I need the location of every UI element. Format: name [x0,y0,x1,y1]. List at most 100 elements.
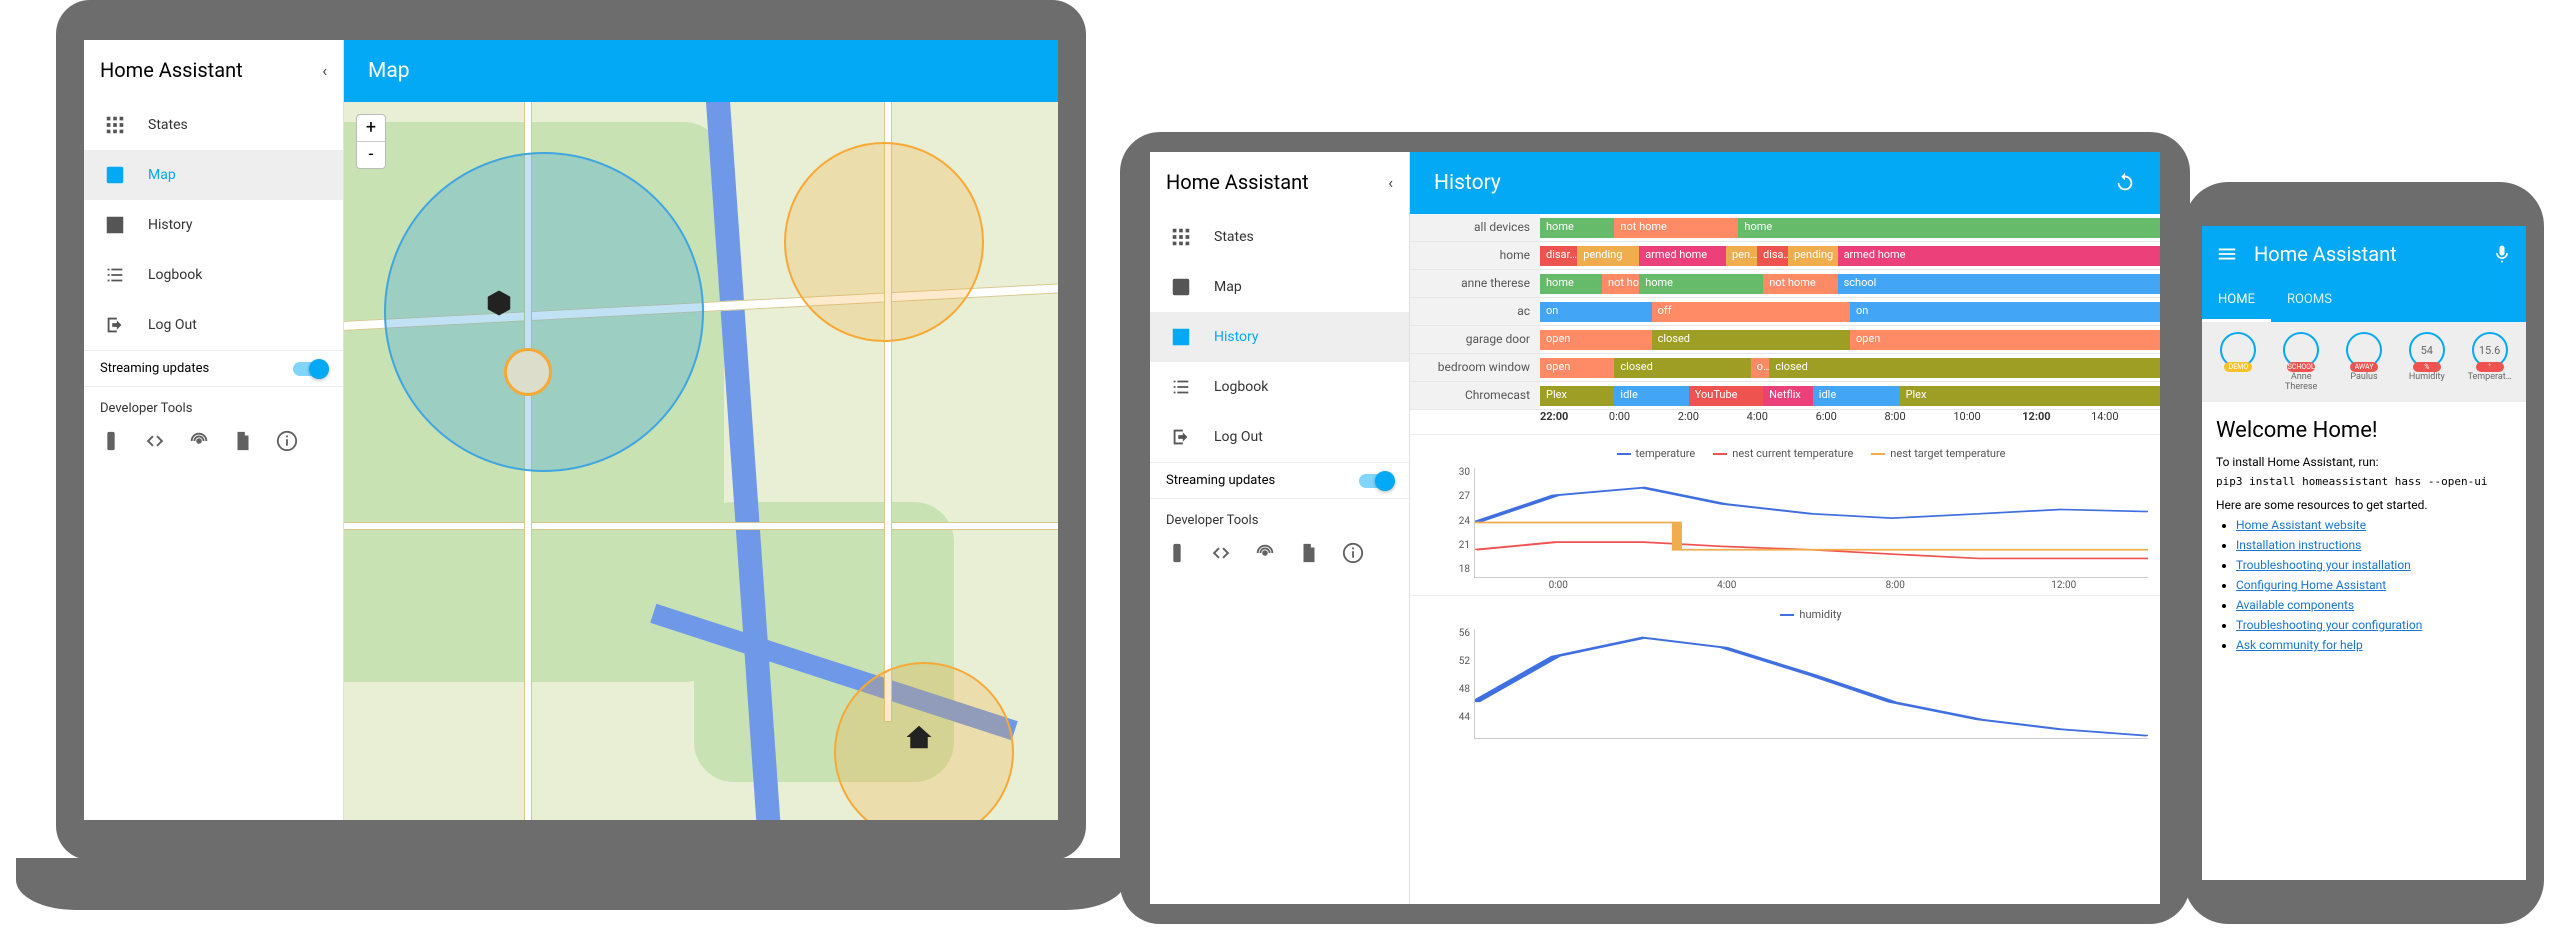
person-icon [104,164,126,186]
status-chip[interactable]: AWAYPaulus [2342,332,2386,392]
sidebar-header: Home Assistant ‹ [1150,152,1409,212]
sidebar-item-states[interactable]: States [84,100,343,150]
state-segment[interactable]: idle [1813,386,1900,406]
tab-rooms[interactable]: ROOMS [2271,282,2348,322]
resource-link[interactable]: Home Assistant website [2236,518,2366,532]
sidebar-item-states[interactable]: States [1150,212,1409,262]
state-segment[interactable]: home [1540,218,1614,238]
map[interactable]: + - [344,102,1058,820]
resource-link[interactable]: Available components [2236,598,2354,612]
state-segment[interactable]: closed [1614,358,1750,378]
sidebar: Home Assistant ‹ States Map History [84,40,344,820]
code-icon[interactable] [144,430,166,452]
collapse-icon[interactable]: ‹ [1388,173,1393,192]
refresh-icon[interactable] [2114,172,2136,194]
state-segment[interactable]: pending [1788,246,1838,266]
state-segment[interactable]: pending [1577,246,1639,266]
sidebar-item-label: Log Out [1214,429,1263,445]
resource-link[interactable]: Ask community for help [2236,638,2363,652]
sidebar-item-logout[interactable]: Log Out [1150,412,1409,462]
streaming-toggle[interactable] [1359,474,1393,488]
time-axis: 22:000:002:004:006:008:0010:0012:0014:00 [1410,410,2160,434]
zoom-out-button[interactable]: - [357,142,385,168]
state-segment[interactable]: o… [1751,358,1770,378]
person-icon [1170,276,1192,298]
state-segment[interactable]: off [1652,302,1850,322]
state-segment[interactable]: Netflix [1763,386,1813,406]
sidebar-item-history[interactable]: History [1150,312,1409,362]
cube-pin-icon [484,288,514,318]
info-icon[interactable] [1342,542,1364,564]
state-segment[interactable]: not ho… [1602,274,1639,294]
state-segment[interactable]: Plex [1900,386,2160,406]
doc-icon[interactable] [232,430,254,452]
state-segment[interactable]: pen… [1726,246,1757,266]
sidebar-item-label: Logbook [1214,379,1268,395]
state-bar: homenot homehome [1540,214,2160,241]
sidebar-item-logbook[interactable]: Logbook [1150,362,1409,412]
state-segment[interactable]: not home [1614,218,1738,238]
collapse-icon[interactable]: ‹ [322,61,327,80]
state-segment[interactable]: disar… [1540,246,1577,266]
entity-label: ac [1410,298,1540,325]
streaming-row: Streaming updates [84,350,343,387]
state-bar: disar…pendingarmed homepen…disa…pendinga… [1540,242,2160,269]
state-segment[interactable]: Plex [1540,386,1614,406]
resource-link[interactable]: Configuring Home Assistant [2236,578,2386,592]
state-segment[interactable]: school [1838,274,2160,294]
state-segment[interactable]: open [1850,330,2160,350]
status-chip[interactable]: 15.6°Temperat… [2468,332,2512,392]
sidebar-item-logout[interactable]: Log Out [84,300,343,350]
resource-link[interactable]: Installation instructions [2236,538,2361,552]
topbar: Map [344,40,1058,102]
state-segment[interactable]: open [1540,358,1614,378]
sidebar-item-label: Map [148,167,176,183]
zoom-in-button[interactable]: + [357,115,385,142]
sidebar-item-label: States [1214,229,1254,245]
code-icon[interactable] [1210,542,1232,564]
antenna-icon[interactable] [1254,542,1276,564]
state-segment[interactable]: idle [1614,386,1688,406]
remote-icon[interactable] [100,430,122,452]
logout-icon [104,314,126,336]
avatar-pin[interactable] [504,348,552,396]
state-segment[interactable]: YouTube [1689,386,1763,406]
history-row: bedroom windowopenclosedo…closed [1410,354,2160,382]
main: History all deviceshomenot homehomehomed… [1410,152,2160,904]
grid-icon [104,114,126,136]
welcome-title: Welcome Home! [2216,418,2512,443]
state-segment[interactable]: armed home [1838,246,2160,266]
state-segment[interactable]: not home [1763,274,1837,294]
sidebar-item-history[interactable]: History [84,200,343,250]
state-segment[interactable]: on [1540,302,1652,322]
doc-icon[interactable] [1298,542,1320,564]
remote-icon[interactable] [1166,542,1188,564]
state-segment[interactable]: open [1540,330,1652,350]
state-segment[interactable]: closed [1652,330,1850,350]
info-icon[interactable] [276,430,298,452]
mic-icon[interactable] [2492,244,2512,264]
state-bar: onoffon [1540,298,2160,325]
state-segment[interactable]: home [1738,218,2160,238]
resource-link[interactable]: Troubleshooting your installation [2236,558,2411,572]
page-title: Map [368,59,410,83]
resource-link[interactable]: Troubleshooting your configuration [2236,618,2422,632]
state-segment[interactable]: home [1639,274,1763,294]
state-segment[interactable]: home [1540,274,1602,294]
status-chip[interactable]: SCHOOLAnne Therese [2279,332,2323,392]
state-segment[interactable]: closed [1769,358,2160,378]
menu-icon[interactable] [2216,243,2238,265]
legend-item: nest current temperature [1713,447,1853,460]
tab-home[interactable]: HOME [2202,282,2271,322]
antenna-icon[interactable] [188,430,210,452]
streaming-label: Streaming updates [100,361,209,376]
status-chip[interactable]: 54%Humidity [2405,332,2449,392]
sidebar-item-map[interactable]: Map [1150,262,1409,312]
streaming-toggle[interactable] [293,362,327,376]
sidebar-item-map[interactable]: Map [84,150,343,200]
state-segment[interactable]: armed home [1639,246,1726,266]
state-segment[interactable]: on [1850,302,2160,322]
state-segment[interactable]: disa… [1757,246,1788,266]
status-chip[interactable]: DEMO [2216,332,2260,392]
sidebar-item-logbook[interactable]: Logbook [84,250,343,300]
